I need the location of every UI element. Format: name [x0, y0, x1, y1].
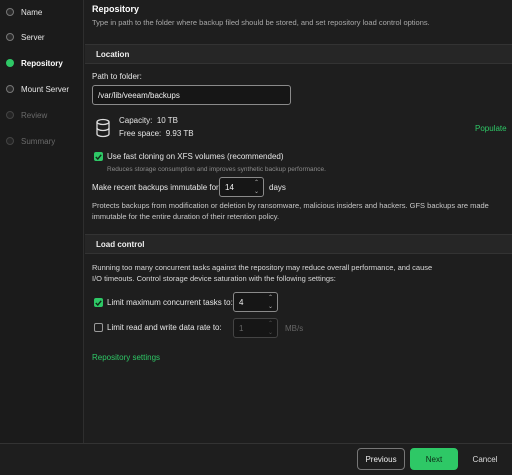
step-mount-server[interactable]: Mount Server — [6, 82, 69, 96]
step-summary: Summary — [6, 134, 55, 148]
load-control-description: Running too many concurrent tasks agains… — [92, 263, 432, 284]
chevron-up-icon: ⌃ — [267, 320, 273, 327]
location-section-header: Location — [85, 44, 512, 64]
load-control-description-line: I/O timeouts. Control storage device sat… — [92, 273, 336, 283]
step-pending-icon — [6, 137, 14, 145]
step-label: Repository — [21, 58, 63, 68]
next-button[interactable]: Next — [410, 448, 458, 470]
step-active-icon — [6, 59, 14, 67]
step-server[interactable]: Server — [6, 30, 45, 44]
path-value: /var/lib/veeam/backups — [98, 90, 180, 100]
step-done-icon — [6, 85, 14, 93]
step-label: Server — [21, 32, 45, 42]
previous-button[interactable]: Previous — [357, 448, 405, 470]
free-space-row: Free space: 9.93 TB — [119, 129, 194, 138]
chevron-up-icon[interactable]: ⌃ — [254, 180, 259, 186]
limit-tasks-stepper[interactable]: ⌃ ⌄ — [268, 293, 273, 311]
limit-rate-value: 1 — [239, 323, 244, 333]
limit-tasks-input[interactable]: 4 ⌃ ⌄ — [233, 292, 278, 312]
capacity-label: Capacity: — [119, 116, 153, 125]
immutable-description-line: Protects backups from modification or de… — [92, 201, 489, 210]
populate-link[interactable]: Populate — [475, 124, 507, 133]
page-title: Repository — [92, 4, 140, 14]
step-label: Review — [21, 110, 48, 120]
limit-rate-checkbox[interactable] — [94, 323, 103, 332]
limit-tasks-value: 4 — [239, 297, 244, 307]
disk-icon — [96, 118, 110, 140]
load-control-section-header: Load control — [85, 234, 512, 254]
fast-clone-checkbox[interactable] — [94, 152, 103, 161]
chevron-down-icon: ⌄ — [267, 329, 273, 336]
checkmark-icon — [95, 299, 102, 306]
cancel-button[interactable]: Cancel — [463, 448, 507, 470]
step-done-icon — [6, 8, 14, 16]
limit-tasks-checkbox[interactable] — [94, 298, 103, 307]
immutable-days-value: 14 — [225, 182, 234, 192]
path-input[interactable]: /var/lib/veeam/backups — [92, 85, 291, 105]
capacity-value: 10 TB — [156, 116, 179, 125]
fast-clone-hint: Reduces storage consumption and improves… — [107, 166, 326, 173]
step-label: Summary — [21, 136, 56, 146]
immutable-days-input[interactable]: 14 ⌃ ⌄ — [219, 177, 264, 197]
wizard-sidebar: Name Server Repository Mount Server Revi… — [0, 0, 84, 443]
limit-rate-label: Limit read and write data rate to: — [107, 323, 222, 332]
page-subtitle: Type in path to the folder where backup … — [92, 18, 430, 27]
immutable-description-line: immutable for the entire duration of the… — [92, 211, 280, 221]
repository-settings-link[interactable]: Repository settings — [92, 353, 160, 362]
immutable-stepper[interactable]: ⌃ ⌄ — [254, 178, 259, 196]
capacity-row: Capacity: 10 TB — [119, 116, 178, 125]
limit-rate-stepper: ⌃ ⌄ — [268, 319, 273, 337]
immutable-label: Make recent backups immutable for: — [92, 183, 221, 192]
path-label: Path to folder: — [92, 72, 142, 81]
wizard-content: Repository Type in path to the folder wh… — [85, 0, 512, 443]
limit-rate-unit: MB/s — [285, 324, 304, 333]
immutable-description: Protects backups from modification or de… — [92, 201, 489, 222]
free-space-label: Free space: — [119, 129, 162, 138]
limit-tasks-label: Limit maximum concurrent tasks to: — [107, 298, 233, 307]
chevron-down-icon[interactable]: ⌄ — [268, 304, 273, 310]
chevron-down-icon[interactable]: ⌄ — [254, 189, 259, 195]
step-done-icon — [6, 33, 14, 41]
step-pending-icon — [6, 111, 14, 119]
step-repository[interactable]: Repository — [6, 56, 63, 70]
step-label: Mount Server — [21, 84, 70, 94]
load-control-description-line: Running too many concurrent tasks agains… — [92, 263, 433, 272]
chevron-up-icon[interactable]: ⌃ — [268, 295, 273, 301]
fast-clone-label: Use fast cloning on XFS volumes (recomme… — [107, 152, 284, 161]
free-space-value: 9.93 TB — [165, 129, 194, 138]
limit-rate-input[interactable]: 1 ⌃ ⌄ — [233, 318, 278, 338]
checkmark-icon — [95, 153, 102, 160]
step-review: Review — [6, 108, 47, 122]
wizard-footer: Previous Next Cancel — [0, 443, 512, 475]
step-label: Name — [21, 7, 43, 17]
step-name[interactable]: Name — [6, 5, 42, 19]
immutable-unit: days — [269, 183, 286, 192]
